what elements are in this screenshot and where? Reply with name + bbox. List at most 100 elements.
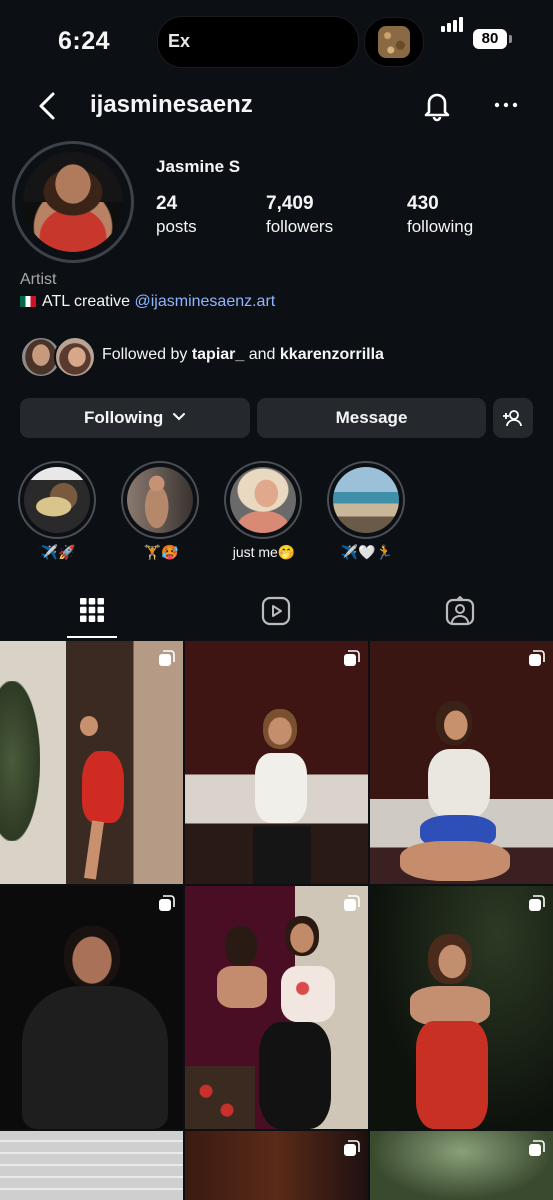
stat-label: followers: [266, 217, 334, 236]
back-icon[interactable]: [35, 90, 63, 122]
story-highlight[interactable]: just me🤭: [224, 461, 304, 561]
display-name: Jasmine S: [156, 157, 241, 176]
post-figure: [263, 709, 297, 749]
stat-value: 430: [407, 193, 439, 214]
post-figure: [22, 986, 168, 1129]
followed-prefix: Followed by: [102, 346, 192, 363]
grid-post[interactable]: [0, 1131, 183, 1200]
stat-label: following: [407, 217, 474, 236]
bio-link[interactable]: @ijasminesaenz.art: [134, 293, 275, 310]
profile-username: ijasminesaenz: [90, 91, 253, 118]
story-highlight[interactable]: ✈️🤍🏃: [327, 461, 407, 561]
now-playing-artwork[interactable]: [364, 17, 424, 67]
highlight-caption: just me🤭: [232, 544, 296, 560]
grid-post[interactable]: [185, 886, 368, 1129]
tagged-icon: [445, 595, 475, 626]
more-options-icon[interactable]: [478, 80, 534, 130]
add-user-icon: [503, 410, 522, 427]
battery-icon: 80: [473, 29, 507, 49]
followers-count[interactable]: 7,409 followers: [266, 193, 333, 237]
post-figure: [64, 926, 120, 988]
highlight-cover: [333, 467, 399, 533]
avatar-image: [23, 152, 123, 252]
highlight-ring: [121, 461, 199, 539]
follower-avatar: [54, 336, 96, 378]
grid-post[interactable]: [185, 1131, 368, 1200]
multi-photo-icon: [529, 650, 545, 666]
bio-text: ATL creative: [42, 293, 135, 310]
post-foliage: [0, 681, 40, 841]
multi-photo-icon: [159, 895, 175, 911]
clock: 6:24: [58, 27, 111, 55]
post-figure: [80, 716, 98, 736]
grid-post[interactable]: [370, 886, 553, 1129]
reels-icon: [261, 596, 291, 626]
profile-bio: ATL creative @ijasminesaenz.art: [20, 293, 275, 311]
post-figure: [410, 986, 490, 1026]
post-figure: [82, 751, 124, 823]
highlight-ring: [224, 461, 302, 539]
highlight-ring: [327, 461, 405, 539]
grid-post[interactable]: [370, 641, 553, 884]
highlight-cover: [127, 467, 193, 533]
dynamic-island[interactable]: Ex: [157, 16, 359, 68]
post-decor: [185, 1066, 255, 1129]
highlight-ring: [18, 461, 96, 539]
grid-post[interactable]: [0, 641, 183, 884]
followed-and: and: [244, 346, 280, 363]
post-figure: [416, 1021, 488, 1129]
multi-photo-icon: [529, 1140, 545, 1156]
suggested-users-button[interactable]: [493, 398, 533, 438]
post-figure: [225, 926, 257, 966]
island-label: Ex: [168, 31, 191, 51]
post-figure: [253, 826, 311, 884]
chevron-down-icon: [173, 413, 186, 421]
reels-tab[interactable]: [261, 596, 291, 626]
post-figure: [281, 966, 335, 1022]
highlight-cover: [230, 467, 296, 533]
post-figure: [428, 934, 472, 984]
bell-icon[interactable]: [421, 88, 453, 122]
tagged-tab[interactable]: [445, 595, 475, 626]
highlight-cover: [24, 467, 90, 533]
followed-user: kkarenzorrilla: [279, 346, 384, 363]
following-button[interactable]: Following: [20, 398, 250, 438]
stat-value: 7,409: [266, 193, 314, 214]
highlight-caption: 🏋️🥵: [143, 544, 179, 560]
post-figure: [400, 841, 510, 881]
grid-post[interactable]: [0, 886, 183, 1129]
highlight-caption: ✈️🤍🏃: [340, 544, 394, 560]
post-figure: [255, 753, 307, 823]
grid-post[interactable]: [185, 641, 368, 884]
battery-tip: [509, 35, 512, 43]
post-figure: [217, 966, 267, 1008]
story-highlight[interactable]: 🏋️🥵: [121, 461, 201, 561]
mexico-flag-icon: [20, 296, 36, 307]
post-figure: [84, 820, 104, 880]
profile-avatar[interactable]: [12, 141, 134, 263]
stat-label: posts: [156, 217, 197, 236]
grid-icon: [80, 598, 104, 622]
stat-value: 24: [156, 193, 178, 214]
multi-photo-icon: [344, 895, 360, 911]
post-figure: [436, 701, 472, 745]
highlight-caption: ✈️🚀: [40, 544, 76, 560]
multi-photo-icon: [344, 1140, 360, 1156]
posts-count[interactable]: 24 posts: [156, 193, 197, 237]
story-highlight[interactable]: ✈️🚀: [18, 461, 98, 561]
post-figure: [285, 916, 319, 956]
posts-grid-tab[interactable]: [78, 596, 108, 626]
active-tab-indicator: [67, 636, 117, 638]
following-count[interactable]: 430 following: [407, 193, 473, 237]
multi-photo-icon: [529, 895, 545, 911]
following-label: Following: [83, 408, 164, 427]
grid-post[interactable]: [370, 1131, 553, 1200]
followed-by[interactable]: Followed by tapiar_ and kkarenzorrilla: [102, 346, 384, 364]
profile-category: Artist: [20, 271, 57, 288]
multi-photo-icon: [159, 650, 175, 666]
followed-user: tapiar_: [191, 346, 245, 363]
post-figure: [428, 749, 490, 819]
multi-photo-icon: [344, 650, 360, 666]
message-button[interactable]: Message: [257, 398, 486, 438]
status-bar: 6:24 Ex 80: [0, 0, 553, 80]
